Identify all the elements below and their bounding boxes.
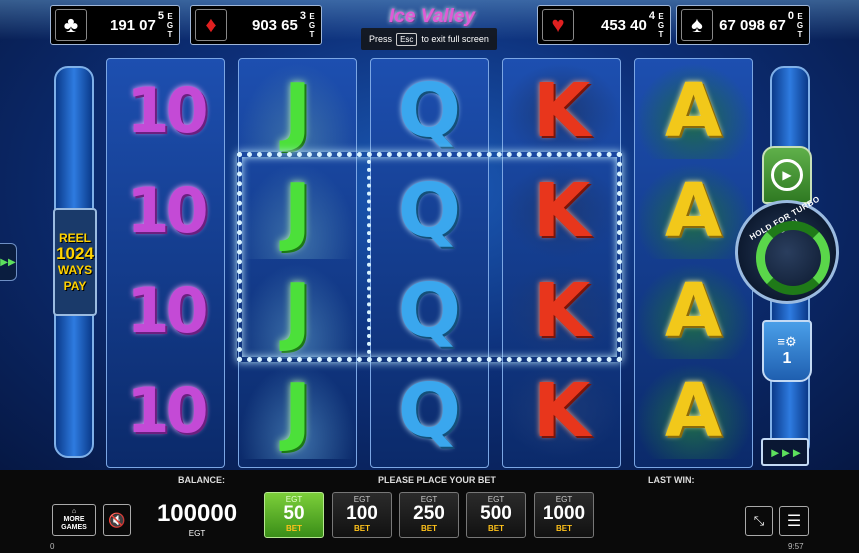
bet-button-500[interactable]: EGT 500 BET [466, 492, 526, 538]
reel-symbol: 10 [126, 274, 208, 347]
reel-symbol: K [503, 363, 620, 459]
bet-value: 1000 [542, 503, 586, 524]
bet-label: BET [286, 524, 302, 533]
hamburger-icon: ☰ [786, 513, 802, 530]
reel-1: 10 10 10 10 [106, 58, 225, 468]
notice-text: to exit full screen [421, 34, 489, 44]
bet-value: 100 [346, 503, 378, 524]
spades-icon: ♠ [681, 9, 713, 41]
sound-toggle-button[interactable]: 🔇 [103, 504, 131, 536]
esc-key: Esc [396, 32, 418, 46]
spin-button[interactable]: HOLD FOR TURBO SPIN [735, 194, 839, 304]
balance-currency: EGT [188, 529, 206, 538]
jackpot-value: 67 098 67 [719, 16, 786, 34]
bottom-bar: BALANCE: PLEASE PLACE YOUR BET LAST WIN:… [0, 470, 859, 553]
lines-value: 1 [782, 350, 792, 367]
reel-symbol: A [635, 63, 752, 159]
balance-label: BALANCE: [178, 475, 225, 485]
egt-label: EGT [308, 11, 316, 39]
lines-settings-button[interactable]: ≡⚙ 1 [762, 320, 812, 382]
collapse-button[interactable]: ⤡ [745, 506, 773, 536]
bet-label: BET [354, 524, 370, 533]
hearts-icon: ♥ [542, 9, 574, 41]
ways-count: 1024 [56, 244, 94, 263]
more-games-text: GAMES [61, 524, 87, 531]
bet-label: BET [556, 524, 572, 533]
reel-symbol: 10 [126, 74, 208, 147]
jackpot-spades: ♠ 67 098 67 0 EGT [676, 5, 810, 45]
reel-symbol: K [503, 63, 620, 159]
jackpot-clubs: ♣ 191 07 5 EGT [50, 5, 180, 45]
reel-symbol: Q [398, 68, 461, 154]
game-logo: Ice Valley [389, 6, 475, 27]
bet-button-250[interactable]: EGT 250 BET [399, 492, 459, 538]
diamonds-icon: ♦ [195, 9, 227, 41]
balance-value: 100000 [156, 500, 238, 527]
jackpot-hearts: ♥ 453 40 4 EGT [537, 5, 671, 45]
jackpot-value: 191 07 [109, 16, 156, 34]
egt-label: EGT [657, 11, 665, 39]
bet-value: 500 [480, 503, 512, 524]
settings-icon: ≡⚙ [777, 334, 797, 349]
winning-combination-frame [237, 152, 622, 362]
menu-button[interactable]: ☰ [779, 506, 809, 536]
bet-button-100[interactable]: EGT 100 BET [332, 492, 392, 538]
bet-label: BET [488, 524, 504, 533]
spin-arrows-icon [756, 221, 830, 295]
reel-symbol: J [239, 363, 356, 459]
fast-forward-icon: ►►► [768, 444, 804, 460]
fast-forward-button[interactable]: ►►► [761, 438, 809, 466]
collapse-icon: ⤡ [753, 513, 765, 528]
place-bet-label: PLEASE PLACE YOUR BET [378, 475, 496, 485]
autoplay-icon: ▶ [771, 159, 803, 191]
notice-text: Press [369, 34, 393, 44]
last-win-label: LAST WIN: [648, 475, 695, 485]
reel-symbol: J [239, 63, 356, 159]
bet-value: 50 [283, 503, 305, 524]
ways-pay-badge: REEL 1024 WAYS PAY [53, 208, 97, 316]
reel-symbol: Q [398, 368, 461, 454]
winning-frame-divider [367, 152, 371, 362]
reel-symbol: A [635, 363, 752, 459]
jackpot-value: 453 40 [600, 16, 647, 34]
clock: 9:57 [788, 542, 804, 551]
bet-label: BET [421, 524, 437, 533]
egt-label: EGT [166, 11, 174, 39]
game-stage: ♣ 191 07 5 EGT ♦ 903 65 3 EGT ♥ 453 40 4… [0, 0, 859, 470]
bet-button-50[interactable]: EGT 50 BET [264, 492, 324, 538]
bet-value: 250 [413, 503, 445, 524]
side-panel-toggle[interactable]: ▶▶ [0, 243, 17, 281]
fullscreen-notice: Press Esc to exit full screen [361, 28, 497, 50]
more-games-text: MORE [63, 516, 85, 523]
reel-symbol: A [635, 263, 752, 359]
home-icon: ⌂ [71, 508, 77, 515]
reel-5: AAAA [634, 58, 753, 468]
reel-symbol: 10 [126, 374, 208, 447]
footer-counter: 0 [50, 542, 55, 551]
speaker-muted-icon: 🔇 [108, 511, 126, 528]
bet-button-1000[interactable]: EGT 1000 BET [534, 492, 594, 538]
clubs-icon: ♣ [55, 9, 87, 41]
ways-text: PAY [63, 279, 87, 293]
jackpot-diamonds: ♦ 903 65 3 EGT [190, 5, 322, 45]
jackpot-value: 903 65 [251, 16, 298, 34]
more-games-button[interactable]: ⌂ MORE GAMES [52, 504, 96, 536]
autoplay-button[interactable]: ▶ [762, 146, 812, 204]
egt-label: EGT [796, 11, 804, 39]
ways-text: WAYS [57, 263, 93, 277]
reel-symbol: 10 [126, 174, 208, 247]
